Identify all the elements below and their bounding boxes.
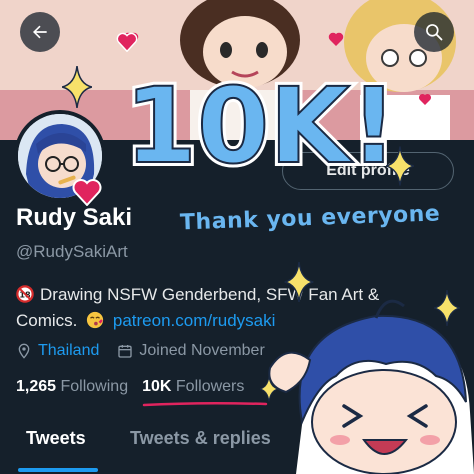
calendar-icon xyxy=(118,345,133,358)
profile-handle: @RudySakiArt xyxy=(16,242,128,261)
search-icon xyxy=(426,24,443,41)
no-under-18-icon: 18 xyxy=(16,285,34,303)
tab-tweets-and-replies[interactable]: Tweets & replies xyxy=(130,428,271,449)
thank-you-message: Thank you everyone xyxy=(179,201,441,236)
following-stat[interactable]: 1,265 Following xyxy=(16,378,128,396)
kiss-emoji-icon xyxy=(87,311,104,329)
back-button[interactable] xyxy=(20,12,60,52)
avatar[interactable] xyxy=(14,110,106,202)
followers-count: 10K xyxy=(142,378,172,395)
edit-profile-button[interactable]: Edit profile xyxy=(282,152,454,190)
bio-line-2: Comics. xyxy=(16,311,78,330)
bio-patreon-link[interactable]: patreon.com/rudysaki xyxy=(113,311,276,330)
profile-meta: Thailand Joined November xyxy=(16,342,265,360)
edit-profile-label: Edit profile xyxy=(326,162,410,179)
profile-location[interactable]: Thailand xyxy=(38,342,99,360)
tab-tweets[interactable]: Tweets xyxy=(26,428,86,449)
followers-label: Followers xyxy=(175,378,245,395)
arrow-left-icon xyxy=(33,25,47,39)
followers-stat[interactable]: 10K Followers xyxy=(142,378,244,396)
profile-stats: 1,265 Following 10K Followers xyxy=(16,378,244,396)
location-pin-icon xyxy=(18,343,30,359)
followers-highlight-underline xyxy=(142,401,268,407)
profile-joined: Joined November xyxy=(139,342,265,359)
avatar-illustration xyxy=(18,114,102,198)
profile-name: Rudy Saki xyxy=(16,204,133,231)
bio-line-1: Drawing NSFW Genderbend, SFW Fan Art & xyxy=(40,285,380,304)
following-label: Following xyxy=(60,378,129,395)
profile-page: Edit profile Rudy Saki @RudySakiArt 18 D… xyxy=(0,0,474,474)
sparkle-icon xyxy=(260,376,278,402)
active-tab-indicator xyxy=(18,468,98,472)
search-button[interactable] xyxy=(414,12,454,52)
profile-bio: 18 Drawing NSFW Genderbend, SFW Fan Art … xyxy=(16,282,456,334)
profile-tabs: Tweets Tweets & replies xyxy=(0,414,474,474)
following-count: 1,265 xyxy=(16,378,57,395)
